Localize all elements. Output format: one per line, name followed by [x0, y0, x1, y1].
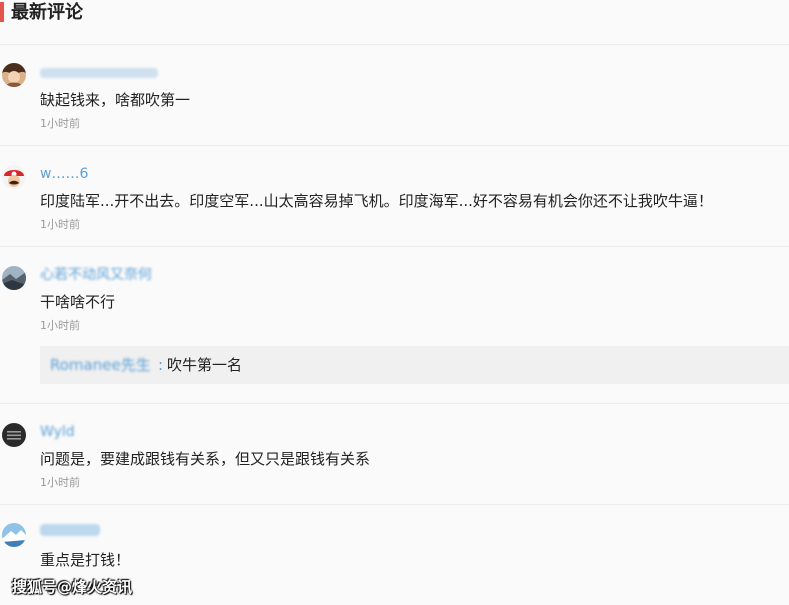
- comments-page: 最新评论 缺起钱来，啥都吹第一 1小时前 w……6 印度陆军...开不出去。印度…: [0, 0, 789, 605]
- mountain-avatar-icon[interactable]: [2, 523, 26, 547]
- reply-username[interactable]: Romanee先生: [50, 356, 151, 374]
- section-title: 最新评论: [11, 2, 83, 23]
- divider: [0, 504, 789, 505]
- comment-username[interactable]: 心若不动风又奈何: [40, 266, 152, 284]
- divider: [0, 403, 789, 404]
- divider: [0, 246, 789, 247]
- divider: [0, 44, 789, 45]
- comment-item: Wyld 问题是，要建成跟钱有关系，但又只是跟钱有关系 1小时前: [0, 420, 789, 504]
- reply-box: Romanee先生 : 吹牛第一名: [40, 346, 789, 384]
- landscape-avatar-icon[interactable]: [2, 266, 26, 290]
- reply-content: 吹牛第一名: [167, 356, 243, 374]
- comment-username[interactable]: Wyld: [40, 423, 75, 441]
- section-accent-bar: [0, 2, 4, 22]
- comment-content: 缺起钱来，啥都吹第一: [40, 91, 191, 109]
- watermark: 搜狐号@烽火资讯: [12, 578, 133, 596]
- comment-item: 心若不动风又奈何 干啥啥不行 1小时前 Romanee先生 : 吹牛第一名: [0, 263, 789, 403]
- comment-username[interactable]: [40, 523, 100, 541]
- reply-separator: :: [158, 356, 164, 374]
- comment-username[interactable]: w……6: [40, 165, 88, 183]
- divider: [0, 145, 789, 146]
- comment-content: 干啥啥不行: [40, 293, 116, 311]
- section-header: 最新评论: [0, 0, 789, 28]
- comment-content: 印度陆军...开不出去。印度空军...山太高容易掉飞机。印度海军...好不容易有…: [40, 192, 713, 210]
- comment-time: 1小时前: [40, 117, 80, 130]
- mario-avatar-icon[interactable]: [2, 165, 26, 189]
- comment-time: 1小时前: [40, 319, 80, 332]
- comment-item: 缺起钱来，啥都吹第一 1小时前: [0, 60, 789, 145]
- text-avatar-icon[interactable]: [2, 423, 26, 447]
- anime-avatar-icon[interactable]: [2, 63, 26, 87]
- comment-item: w……6 印度陆军...开不出去。印度空军...山太高容易掉飞机。印度海军...…: [0, 162, 789, 246]
- comment-time: 1小时前: [40, 476, 80, 489]
- comment-content: 问题是，要建成跟钱有关系，但又只是跟钱有关系: [40, 450, 371, 468]
- comment-time: 1小时前: [40, 218, 80, 231]
- comment-content: 重点是打钱！: [40, 551, 131, 569]
- comment-username[interactable]: [40, 65, 158, 83]
